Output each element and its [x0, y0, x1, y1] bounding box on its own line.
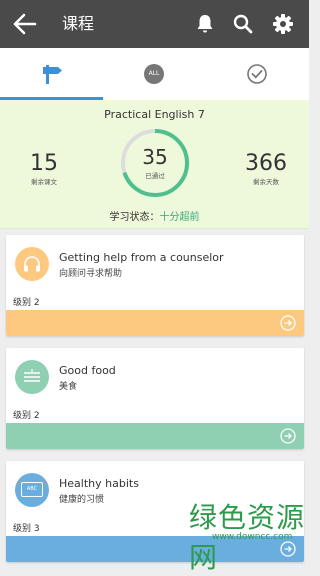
lesson-start-bar[interactable]	[6, 423, 304, 449]
notifications-button[interactable]	[193, 12, 217, 36]
arrow-right-circle-icon[interactable]	[280, 315, 296, 331]
remaining-lessons-label: 剩余课文	[31, 178, 57, 186]
tab-bar: ALL	[0, 48, 309, 100]
tab-current[interactable]	[0, 48, 103, 100]
tab-all[interactable]: ALL	[103, 48, 206, 100]
lesson-start-bar[interactable]	[6, 310, 304, 336]
check-circle-icon	[247, 64, 267, 84]
lesson-title-cn: 向顾问寻求帮助	[59, 269, 123, 279]
all-badge-label: ALL	[148, 70, 160, 77]
all-badge-icon: ALL	[144, 64, 164, 84]
lesson-title-en: Getting help from a counselor	[59, 251, 224, 264]
headphones-icon	[24, 256, 40, 272]
app-bar: 课程	[0, 0, 309, 48]
arrow-left-icon	[13, 13, 37, 35]
lesson-title-cn: 健康的习惯	[59, 495, 105, 505]
watermark-url: www.downcc.com	[212, 532, 293, 542]
progress-ring: 35 已通过	[119, 127, 191, 199]
study-status-value: 十分超前	[159, 212, 200, 223]
page-title: 课程	[62, 14, 95, 33]
lesson-icon-badge: ABC	[15, 473, 49, 507]
lesson-level: 级别 2	[13, 411, 40, 421]
search-button[interactable]	[231, 12, 255, 36]
lesson-card[interactable]: Good food 美食 级别 2	[6, 348, 304, 449]
tab-completed[interactable]	[206, 48, 309, 100]
lesson-title-en: Good food	[59, 364, 116, 377]
study-status: 学习状态：十分超前	[0, 208, 309, 223]
course-name: Practical English 7	[104, 108, 205, 121]
remaining-days-label: 剩余天数	[253, 178, 279, 186]
settings-button[interactable]	[271, 12, 295, 36]
remaining-lessons-value: 15	[30, 151, 58, 176]
arrow-right-circle-icon[interactable]	[280, 428, 296, 444]
bell-icon	[197, 15, 213, 33]
lesson-level: 级别 2	[13, 298, 40, 308]
passed-label: 已通过	[145, 172, 165, 180]
lesson-icon-badge	[15, 247, 49, 281]
lesson-title-en: Healthy habits	[59, 477, 139, 490]
lesson-title-cn: 美食	[59, 382, 78, 392]
remaining-days-stat: 366 剩余天数	[241, 151, 291, 187]
menu-lines-icon	[24, 369, 40, 382]
back-button[interactable]	[12, 12, 38, 36]
study-status-label: 学习状态：	[109, 212, 160, 223]
remaining-lessons-stat: 15 剩余课文	[24, 151, 64, 187]
lesson-icon-badge	[15, 360, 49, 394]
lesson-level: 级别 3	[13, 524, 40, 534]
gear-icon	[273, 14, 293, 34]
search-icon	[233, 14, 253, 34]
abc-card-icon: ABC	[21, 482, 43, 497]
passed-value: 35	[142, 145, 168, 169]
remaining-days-value: 366	[245, 151, 287, 176]
lesson-card[interactable]: Getting help from a counselor 向顾问寻求帮助 级别…	[6, 235, 304, 336]
abc-card-label: ABC	[26, 486, 38, 492]
signpost-icon	[43, 65, 62, 84]
